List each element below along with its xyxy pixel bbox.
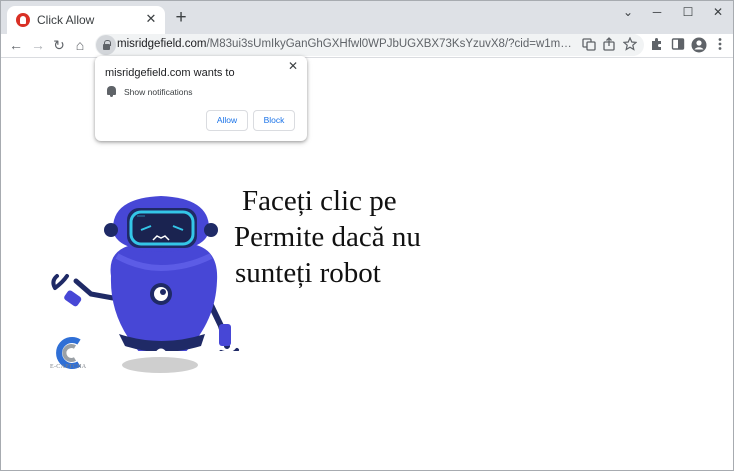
bell-icon xyxy=(107,86,116,97)
notification-permission-popup: misridgefield.com wants to ✕ Show notifi… xyxy=(95,56,307,141)
popup-close-icon[interactable]: ✕ xyxy=(286,59,300,73)
tab-strip: Click Allow ✕ + ⌄ ─ ☐ ✕ xyxy=(1,1,733,34)
reload-button[interactable]: ↻ xyxy=(49,36,69,54)
lock-icon[interactable] xyxy=(96,35,116,55)
url-path: /M83ui3sUmIkyGanGhGXHfwl0WPJbUGXBX73KsYz… xyxy=(206,38,575,50)
url-host: misridgefield.com xyxy=(117,38,207,50)
instruction-line-1: Faceți clic pe xyxy=(242,185,397,217)
popup-title: misridgefield.com wants to xyxy=(105,67,235,79)
share-icon[interactable] xyxy=(601,37,617,53)
home-button[interactable]: ⌂ xyxy=(70,36,90,54)
robot-illustration xyxy=(51,196,239,351)
instruction-line-3: sunteți robot xyxy=(235,257,381,289)
tab-close-icon[interactable]: ✕ xyxy=(143,11,159,27)
allow-button[interactable]: Allow xyxy=(206,110,248,131)
bookmark-star-icon[interactable] xyxy=(622,36,638,53)
close-window-button[interactable]: ✕ xyxy=(710,4,726,20)
favicon-icon xyxy=(16,13,30,27)
side-panel-icon[interactable] xyxy=(669,37,687,55)
forward-button[interactable]: → xyxy=(28,36,48,54)
block-button[interactable]: Block xyxy=(253,110,295,131)
browser-window: Click Allow ✕ + ⌄ ─ ☐ ✕ ← → ↻ ⌂ misridge… xyxy=(0,0,734,471)
toolbar: ← → ↻ ⌂ misridgefield.com/M83ui3sUmIkyGa… xyxy=(1,34,733,58)
minimize-button[interactable]: ─ xyxy=(649,4,665,20)
url-text[interactable]: misridgefield.com/M83ui3sUmIkyGanGhGXHfw… xyxy=(117,38,575,50)
address-bar[interactable]: misridgefield.com/M83ui3sUmIkyGanGhGXHfw… xyxy=(95,34,644,56)
captcha-label: E-CAPTCHA xyxy=(50,364,87,370)
profile-avatar-icon[interactable] xyxy=(690,37,708,55)
instruction-text: Faceți clic pe Permite dacă nu sunteți r… xyxy=(223,183,473,291)
robot-shadow xyxy=(122,357,198,373)
back-button[interactable]: ← xyxy=(6,36,26,54)
permission-text: Show notifications xyxy=(124,87,193,97)
new-tab-button[interactable]: + xyxy=(171,8,191,28)
extensions-icon[interactable] xyxy=(648,37,666,55)
translate-icon[interactable] xyxy=(581,37,597,53)
maximize-button[interactable]: ☐ xyxy=(680,4,696,20)
instruction-line-2: Permite dacă nu xyxy=(234,221,421,253)
tab-click-allow[interactable]: Click Allow ✕ xyxy=(7,6,165,34)
tab-title: Click Allow xyxy=(37,13,95,27)
tab-search-chevron-icon[interactable]: ⌄ xyxy=(620,4,636,20)
menu-kebab-icon[interactable] xyxy=(711,37,729,55)
